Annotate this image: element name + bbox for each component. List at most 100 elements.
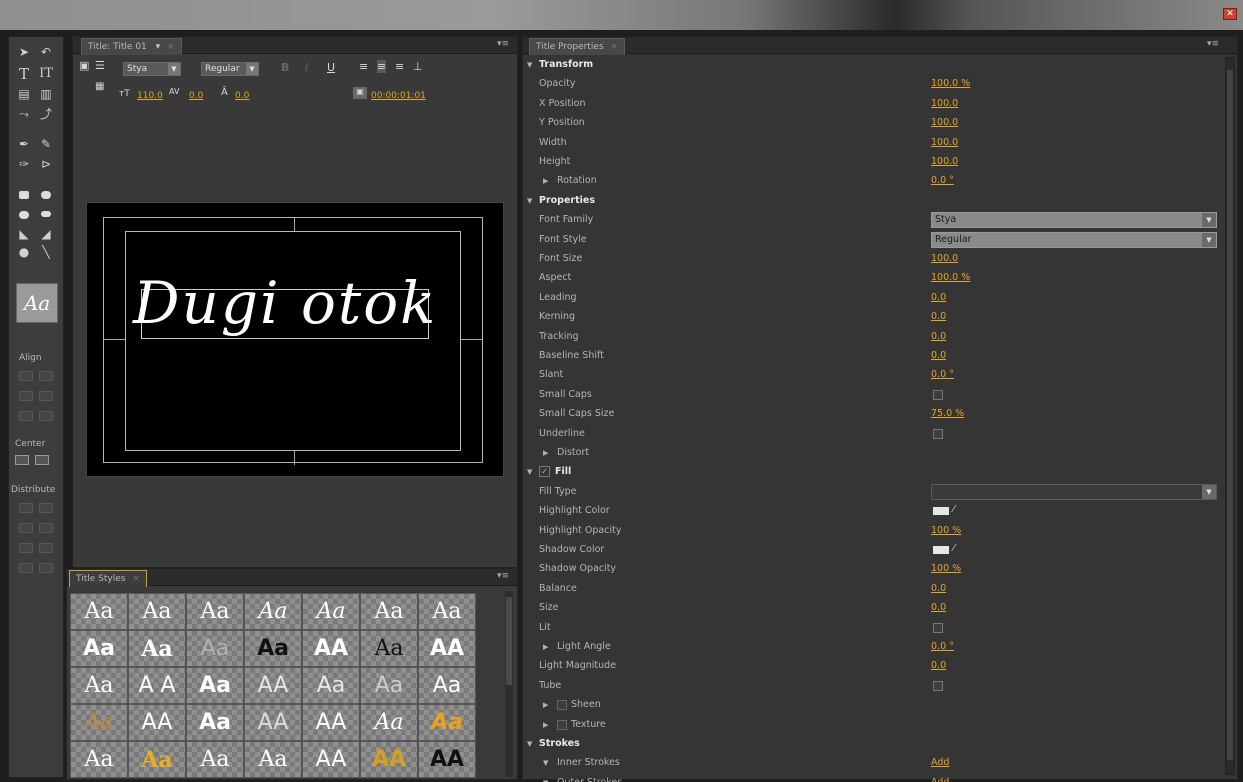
distribute-right-icon[interactable] (19, 543, 33, 553)
close-tab-icon[interactable]: × (611, 42, 619, 52)
style-swatch[interactable]: Aa (186, 630, 244, 667)
style-swatch[interactable]: Aa (70, 667, 128, 704)
eyedropper-icon[interactable]: ⁄ (953, 543, 955, 554)
tab-title-styles[interactable]: Title Styles × (69, 570, 147, 587)
property-value[interactable]: 0.0 (931, 350, 946, 361)
align-center-text-icon[interactable]: ≡ (377, 60, 387, 73)
style-swatch[interactable]: AA (302, 704, 360, 741)
rounded-rectangle-tool-icon[interactable] (41, 191, 51, 199)
style-swatch[interactable]: Aa (418, 704, 476, 741)
style-swatch[interactable]: Aa (244, 593, 302, 630)
style-swatch[interactable]: Aa (128, 630, 186, 667)
kerning-value[interactable]: 0.0 (189, 91, 203, 101)
chevron-down-icon[interactable]: ▼ (527, 468, 532, 476)
bold-button[interactable]: B (281, 61, 289, 74)
style-swatch[interactable]: AA (302, 741, 360, 778)
style-swatch[interactable]: AA (418, 630, 476, 667)
align-right-icon[interactable] (19, 411, 33, 421)
tab-stops-icon[interactable]: ⊥ (413, 60, 423, 73)
chevron-down-icon[interactable]: ▼ (527, 61, 532, 69)
properties-scrollbar[interactable] (1225, 57, 1235, 775)
chevron-right-icon[interactable]: ▶ (543, 449, 548, 457)
type-tool-icon[interactable]: T (15, 67, 33, 82)
close-tab-icon[interactable]: × (167, 42, 175, 52)
clipped-corner-tool-icon[interactable] (19, 211, 29, 219)
property-value[interactable]: 100 % (931, 525, 961, 536)
eyedropper-icon[interactable]: ⁄ (953, 504, 955, 515)
property-value[interactable]: 0.0 ° (931, 369, 954, 380)
style-swatch[interactable]: AA (418, 741, 476, 778)
style-swatch[interactable]: Aa (418, 667, 476, 704)
property-checkbox[interactable] (933, 428, 943, 439)
show-background-icon[interactable]: ▣ (353, 87, 367, 99)
panel-menu-icon[interactable]: ▾≡ (497, 39, 509, 49)
rotate-tool-icon[interactable]: ↶ (37, 45, 55, 59)
wedge-tool-icon[interactable]: ◣ (15, 227, 33, 241)
timecode-value[interactable]: 00:00:01:01 (371, 91, 426, 101)
property-value[interactable]: 100.0 (931, 156, 958, 167)
delete-anchor-tool-icon[interactable]: ✎ (37, 137, 55, 151)
close-tab-icon[interactable]: × (132, 574, 140, 584)
align-left-icon[interactable] (19, 371, 33, 381)
style-swatch[interactable]: AA (244, 667, 302, 704)
align-bottom-icon[interactable] (39, 411, 53, 421)
property-dropdown[interactable]: Regular ▼ (931, 231, 1217, 248)
path-type-tool-icon[interactable]: ⤳ (15, 107, 33, 121)
property-value[interactable]: 0.0 (931, 331, 946, 342)
chevron-right-icon[interactable]: ▶ (543, 701, 548, 709)
property-value[interactable]: 100.0 (931, 98, 958, 109)
center-vertical-icon[interactable] (35, 455, 49, 465)
property-value[interactable]: 100.0 % (931, 78, 970, 89)
chevron-right-icon[interactable]: ▶ (543, 643, 548, 651)
distribute-h-space-icon[interactable] (19, 563, 33, 573)
style-swatch[interactable]: Aa (360, 667, 418, 704)
align-left-text-icon[interactable]: ≡ (359, 60, 368, 73)
style-swatch[interactable]: A A (128, 667, 186, 704)
property-dropdown[interactable]: Stya ▼ (931, 212, 1217, 229)
style-swatch[interactable]: Aa (360, 593, 418, 630)
style-swatch[interactable]: AA (128, 704, 186, 741)
property-checkbox[interactable] (933, 680, 943, 691)
property-dropdown[interactable]: ▼ (931, 483, 1217, 500)
align-right-text-icon[interactable]: ≡ (395, 60, 404, 73)
center-horizontal-icon[interactable] (15, 455, 29, 465)
style-swatch[interactable]: Aa (186, 593, 244, 630)
ellipse-tool-icon[interactable]: ● (15, 245, 33, 259)
area-type-tool-icon[interactable]: ▤ (15, 87, 33, 101)
style-swatch[interactable]: Aa (70, 704, 128, 741)
rectangle-tool-icon[interactable] (19, 191, 29, 199)
title-canvas[interactable]: Dugi otok (86, 202, 504, 477)
font-family-select[interactable]: Stya ▼ (123, 62, 181, 76)
roll-crawl-icon[interactable]: ☰ (95, 59, 105, 72)
vertical-path-type-tool-icon[interactable]: ⤴ (37, 107, 55, 121)
property-value[interactable]: 100 % (931, 563, 961, 574)
new-title-icon[interactable]: ▣ (79, 59, 89, 72)
rounded-corner-tool-icon[interactable] (41, 211, 51, 217)
style-swatch[interactable]: Aa (418, 593, 476, 630)
property-value[interactable]: 0.0 (931, 311, 946, 322)
scrollbar-thumb[interactable] (506, 597, 512, 685)
property-value[interactable]: Add (931, 777, 949, 782)
style-swatch[interactable]: AA (302, 630, 360, 667)
style-swatch[interactable]: Aa (186, 704, 244, 741)
property-value[interactable]: 0.0 ° (931, 175, 954, 186)
vertical-type-tool-icon[interactable]: IT (37, 67, 55, 81)
distribute-top-icon[interactable] (39, 503, 53, 513)
color-swatch[interactable] (933, 546, 949, 554)
convert-anchor-tool-icon[interactable]: ⊳ (37, 157, 55, 171)
property-value[interactable]: 0.0 (931, 660, 946, 671)
style-swatch[interactable]: Aa (244, 741, 302, 778)
style-swatch[interactable]: Aa (360, 630, 418, 667)
line-tool-icon[interactable]: ╲ (37, 245, 55, 259)
chevron-down-icon[interactable]: ▼ (543, 759, 548, 767)
underline-button[interactable]: U (327, 61, 335, 74)
tab-title-properties[interactable]: Title Properties × (529, 38, 626, 55)
chevron-right-icon[interactable]: ▶ (543, 177, 548, 185)
property-checkbox[interactable] (933, 622, 943, 633)
style-swatch[interactable]: Aa (128, 593, 186, 630)
close-icon[interactable]: ✕ (1223, 8, 1237, 20)
property-checkbox[interactable] (933, 389, 943, 400)
style-swatch[interactable]: Aa (360, 704, 418, 741)
style-swatch[interactable]: AA (244, 704, 302, 741)
styles-scrollbar[interactable] (505, 591, 513, 777)
